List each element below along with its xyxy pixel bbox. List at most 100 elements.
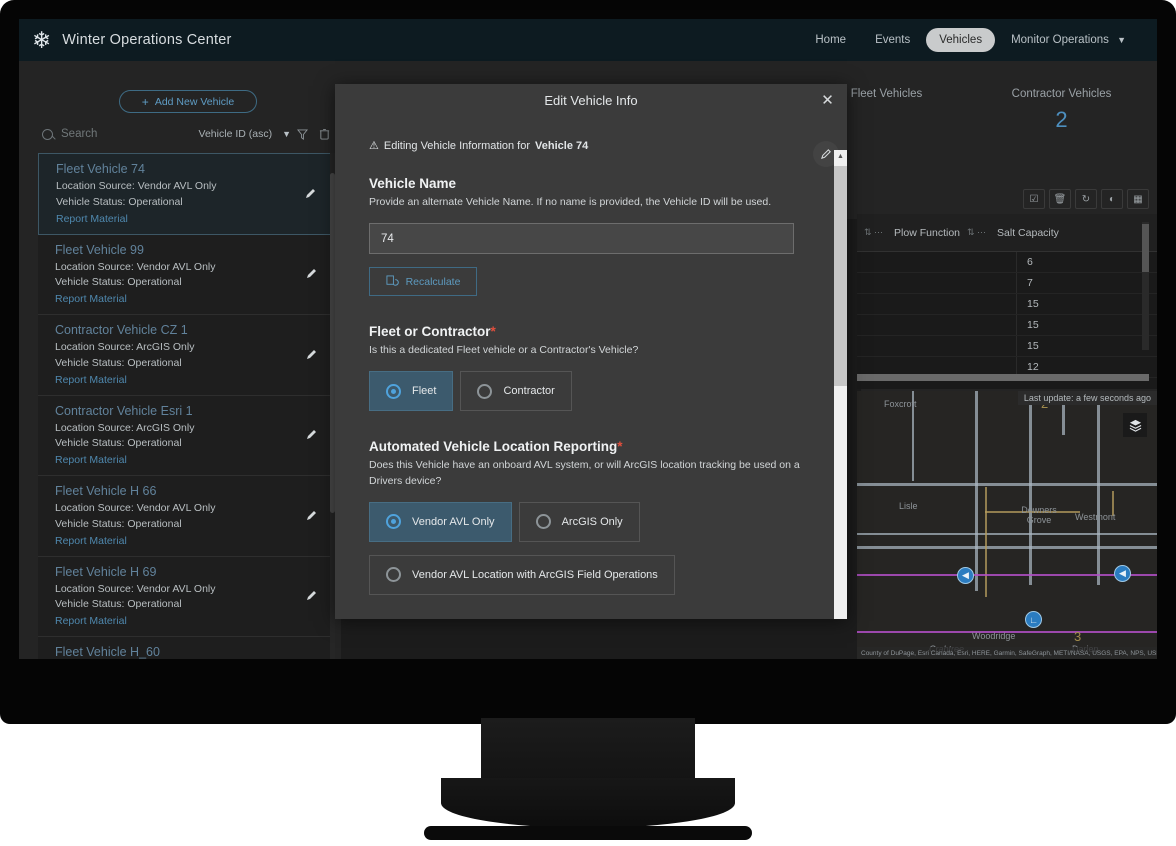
close-icon[interactable]: ✕	[820, 93, 835, 108]
edit-vehicle-modal: Edit Vehicle Info ✕ ⚠ Editing Vehicle In…	[335, 84, 847, 619]
plus-icon: +	[141, 94, 149, 109]
sort-toggle-icon[interactable]: ⇅ ⋯	[960, 227, 993, 238]
table-vertical-scrollbar-thumb[interactable]	[1142, 224, 1149, 272]
recalculate-button[interactable]: Recalculate	[369, 267, 477, 297]
table-row[interactable]: 7	[857, 273, 1157, 294]
map-last-update: Last update: a few seconds ago	[1017, 391, 1157, 405]
chevron-down-icon: ▼	[282, 129, 291, 139]
report-material-link[interactable]: Report Material	[55, 374, 324, 386]
app-header: ❄ Winter Operations Center Home Events V…	[19, 19, 1157, 61]
cell-plow-function	[857, 294, 1017, 314]
table-row[interactable]: 15	[857, 315, 1157, 336]
avl-options-second-row: Vendor AVL Location with ArcGIS Field Op…	[369, 554, 813, 595]
trash-icon[interactable]: 🗑	[1049, 189, 1071, 209]
vehicle-status: Vehicle Status: Operational	[55, 276, 182, 289]
vehicle-location-source: Location Source: Vendor AVL Only	[55, 582, 216, 595]
nav-item-monitor-operations[interactable]: Monitor Operations ▼	[998, 28, 1139, 52]
application-screen: ❄ Winter Operations Center Home Events V…	[19, 19, 1157, 659]
map-vehicle-pin[interactable]: ◀	[957, 567, 974, 584]
column-header-plow-function[interactable]: Plow Function	[890, 227, 960, 239]
add-new-vehicle-button[interactable]: + Add New Vehicle	[119, 90, 257, 113]
report-material-link[interactable]: Report Material	[55, 535, 324, 547]
search-input[interactable]	[61, 128, 181, 140]
modal-header: Edit Vehicle Info ✕	[335, 84, 847, 117]
vehicle-location-source: Location Source: Vendor AVL Only	[55, 502, 216, 514]
required-marker: *	[617, 439, 623, 455]
search-icon	[42, 128, 53, 140]
vehicle-status: Vehicle Status: Operational	[56, 195, 183, 208]
list-item[interactable]: Fleet Vehicle 74 Location Source: Vendor…	[38, 153, 335, 235]
vehicle-list[interactable]: Fleet Vehicle 74 Location Source: Vendor…	[38, 153, 335, 659]
list-item[interactable]: Fleet Vehicle H 66 Location Source: Vend…	[38, 476, 335, 557]
pencil-icon[interactable]	[305, 348, 319, 362]
radio-option-fleet[interactable]: Fleet	[369, 371, 454, 412]
cell-plow-function	[857, 273, 1017, 293]
pencil-icon[interactable]	[305, 267, 319, 281]
monitor-base	[424, 826, 752, 840]
sort-dropdown[interactable]: Vehicle ID (asc) ▼	[199, 128, 291, 140]
avl-options: Vendor AVL Only ArcGIS Only	[369, 501, 813, 542]
table-horizontal-scrollbar[interactable]	[857, 374, 1149, 381]
table-row[interactable]: 6	[857, 252, 1157, 273]
list-item[interactable]: Fleet Vehicle H_60 Location Source: Vend…	[38, 637, 335, 659]
cell-plow-function	[857, 252, 1017, 272]
map-vehicle-pin[interactable]: ◀	[1114, 565, 1131, 582]
vehicle-name-input[interactable]	[369, 223, 794, 255]
list-item[interactable]: Contractor Vehicle CZ 1 Location Source:…	[38, 315, 335, 396]
pencil-icon[interactable]	[304, 187, 318, 201]
nav-item-events[interactable]: Events	[862, 28, 923, 52]
vehicle-location-source: Location Source: ArcGIS Only	[55, 421, 195, 434]
vehicle-location-source: Location Source: Vendor AVL Only	[56, 180, 217, 192]
chevron-down-icon: ▼	[1117, 35, 1126, 45]
vehicle-name: Fleet Vehicle H_60	[55, 645, 160, 659]
radio-option-contractor[interactable]: Contractor	[460, 371, 572, 412]
list-item[interactable]: Fleet Vehicle 99 Location Source: Vendor…	[38, 234, 335, 315]
radio-option-label: Vendor AVL Location with ArcGIS Field Op…	[412, 568, 658, 581]
brand: ❄ Winter Operations Center	[19, 26, 231, 53]
vehicle-location-source: Location Source: ArcGIS Only	[55, 341, 195, 353]
report-material-link[interactable]: Report Material	[55, 293, 324, 305]
vehicle-name: Fleet Vehicle H 69	[55, 564, 157, 579]
scroll-up-arrow-icon[interactable]: ▲	[834, 150, 847, 164]
sidebar-toolbar: Vehicle ID (asc) ▼	[38, 119, 335, 149]
vehicle-sidebar: Vehicle ID (asc) ▼ Fleet Vehicle 74 Loca…	[38, 119, 335, 659]
fleet-or-contractor-title: Fleet or Contractor*	[369, 324, 813, 339]
fleet-or-contractor-options: Fleet Contractor	[369, 371, 813, 412]
list-item[interactable]: Contractor Vehicle Esri 1 Location Sourc…	[38, 395, 335, 476]
report-material-link[interactable]: Report Material	[56, 213, 323, 225]
avl-title-text: Automated Vehicle Location Reporting	[369, 439, 618, 455]
layers-icon[interactable]	[1123, 413, 1147, 437]
report-material-link[interactable]: Report Material	[55, 615, 324, 627]
pencil-icon[interactable]	[305, 428, 319, 442]
radio-option-vendor-avl-only[interactable]: Vendor AVL Only	[369, 501, 512, 542]
list-item[interactable]: Fleet Vehicle H 69 Location Source: Vend…	[38, 556, 335, 637]
nav-item-home[interactable]: Home	[802, 28, 859, 52]
refresh-icon[interactable]: ↻	[1075, 189, 1097, 209]
table-row[interactable]: 15	[857, 294, 1157, 315]
cell-plow-function	[857, 336, 1017, 356]
delete-icon[interactable]	[313, 124, 335, 144]
hide-column-icon[interactable]: ◐	[1101, 189, 1123, 209]
avl-description: Does this Vehicle have an onboard AVL sy…	[369, 459, 800, 487]
filter-icon[interactable]	[291, 124, 313, 144]
report-material-link[interactable]: Report Material	[55, 454, 324, 466]
map-road	[1097, 435, 1100, 585]
sort-dropdown-label: Vehicle ID (asc)	[198, 128, 273, 140]
checklist-icon[interactable]: ☑	[1023, 189, 1045, 209]
snowflake-icon: ❄	[32, 26, 52, 53]
fleet-or-contractor-section: Fleet or Contractor* Is this a dedicated…	[369, 324, 813, 412]
operations-map[interactable]: Foxcroft Lisle Downers Grove Westmont Wo…	[857, 391, 1157, 659]
radio-option-arcgis-only[interactable]: ArcGIS Only	[518, 501, 640, 542]
table-row[interactable]: 15	[857, 336, 1157, 357]
modal-scrollbar-thumb[interactable]	[834, 166, 847, 386]
table-header-row: ⇅ ⋯ Plow Function ⇅ ⋯ Salt Capacity	[857, 214, 1157, 252]
map-vehicle-pin[interactable]: ∟	[1025, 611, 1042, 628]
radio-option-vendor-avl-with-field-ops[interactable]: Vendor AVL Location with ArcGIS Field Op…	[369, 554, 675, 595]
pencil-icon[interactable]	[305, 589, 319, 603]
grid-icon[interactable]: ▦	[1127, 189, 1149, 209]
sort-toggle-icon[interactable]: ⇅ ⋯	[857, 227, 890, 238]
nav-item-vehicles[interactable]: Vehicles	[926, 28, 996, 52]
cell-salt-capacity: 12	[1027, 361, 1039, 373]
column-header-salt-capacity[interactable]: Salt Capacity	[993, 227, 1059, 239]
pencil-icon[interactable]	[305, 509, 319, 523]
